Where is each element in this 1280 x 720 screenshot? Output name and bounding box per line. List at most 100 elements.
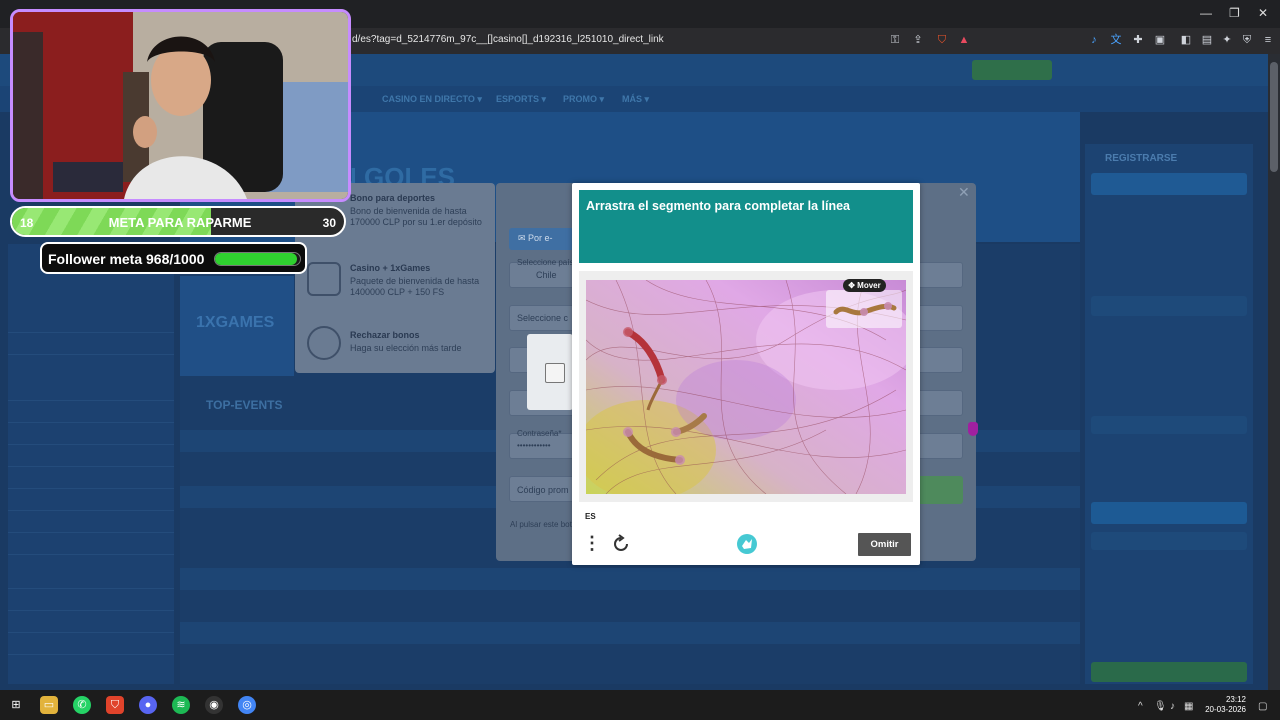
maximize-button[interactable]: ❐ xyxy=(1229,6,1240,20)
leo-icon[interactable]: ✦ xyxy=(1220,33,1234,47)
url-text[interactable]: d/es?tag=d_5214776m_97c__[]casino[]_d192… xyxy=(352,34,664,45)
menu-icon[interactable]: ≡ xyxy=(1261,33,1275,47)
start-icon[interactable]: ⊞ xyxy=(7,696,25,714)
chrome-icon[interactable]: ◎ xyxy=(238,696,256,714)
divider xyxy=(8,654,174,655)
currency-label: Seleccione c xyxy=(517,313,569,323)
follower-goal-widget: Follower meta 968/1000 xyxy=(40,242,307,274)
obs-icon[interactable]: ◉ xyxy=(205,696,223,714)
right-block xyxy=(1091,532,1247,550)
meta-end-value: 30 xyxy=(322,216,336,230)
close-window-button[interactable]: ✕ xyxy=(1258,6,1268,20)
country-value: Chile xyxy=(536,270,557,280)
extensions-icon[interactable]: ✚ xyxy=(1131,33,1145,47)
country-label: Seleccione país xyxy=(517,258,574,267)
modal-close-icon[interactable]: ✕ xyxy=(958,184,970,201)
event-row xyxy=(180,622,1080,644)
sports-sidebar xyxy=(8,244,174,684)
minimize-button[interactable]: — xyxy=(1200,6,1212,20)
register-email-tab-label: ✉ Por e- xyxy=(518,233,553,243)
brave-browser-icon[interactable]: ⛉ xyxy=(106,696,124,714)
bonus-casino-desc: Paquete de bienvenida de hasta 1400000 C… xyxy=(350,276,480,297)
webcam-image xyxy=(13,12,348,199)
divider xyxy=(8,510,174,511)
tray-expand-icon[interactable]: ^ xyxy=(1138,701,1143,712)
file-explorer-icon[interactable]: ▭ xyxy=(40,696,58,714)
divider xyxy=(8,610,174,611)
divider xyxy=(8,632,174,633)
wallet-icon[interactable]: ▤ xyxy=(1200,33,1214,47)
nav-promo[interactable]: PROMO ▾ xyxy=(563,94,604,105)
draggable-segment[interactable] xyxy=(826,290,902,328)
bonus-reject-title[interactable]: Rechazar bonos xyxy=(350,330,420,340)
move-badge: ✥ Mover xyxy=(843,279,886,292)
brave-rewards-icon[interactable]: ▲ xyxy=(957,33,971,47)
divider xyxy=(8,332,174,333)
webcam-overlay xyxy=(10,9,351,202)
reject-bonus-icon xyxy=(307,326,341,360)
messenger-icon[interactable]: ● xyxy=(139,696,157,714)
divider xyxy=(8,400,174,401)
games-banner-title: 1XGAMES xyxy=(196,314,275,331)
divider xyxy=(8,422,174,423)
bonus-reject-desc: Haga su elección más tarde xyxy=(350,343,462,353)
vpn-icon[interactable]: ⛨ xyxy=(1240,33,1254,47)
promo-code-placeholder: Código prom xyxy=(517,485,569,495)
divider xyxy=(8,532,174,533)
clock-date: 20-03-2026 xyxy=(1205,705,1246,714)
bonus-sports-desc: Bono de bienvenida de hasta 170000 CLP p… xyxy=(350,206,482,227)
spotify-icon[interactable]: ≋ xyxy=(172,696,190,714)
network-icon[interactable]: ▦ xyxy=(1184,701,1193,712)
scrollbar-thumb[interactable] xyxy=(1270,62,1278,172)
nav-esports[interactable]: ESPORTS ▾ xyxy=(496,94,546,105)
follower-progress-track xyxy=(214,252,301,266)
audio-icon[interactable]: ♪ xyxy=(1087,33,1101,47)
right-block xyxy=(1091,502,1247,524)
taskbar-clock[interactable]: 23:12 20-03-2026 xyxy=(1198,695,1246,715)
refresh-icon[interactable] xyxy=(610,533,632,555)
share-icon[interactable]: ⇪ xyxy=(911,33,925,47)
register-title: REGISTRARSE xyxy=(1105,153,1178,164)
microphone-icon[interactable]: 🎙 xyxy=(1154,701,1167,712)
sidebar-icon[interactable]: ◧ xyxy=(1179,33,1193,47)
notifications-icon[interactable]: ▢ xyxy=(1258,701,1267,712)
language-selector[interactable]: ES xyxy=(585,512,596,521)
bonus-sports-title[interactable]: Bono para deportes xyxy=(350,193,435,203)
windows-taskbar xyxy=(0,690,1280,720)
translate-icon[interactable]: 文 xyxy=(1109,33,1123,47)
more-options-icon[interactable]: ⋮ xyxy=(583,533,601,555)
nav-more[interactable]: MÁS ▾ xyxy=(622,94,649,105)
password-value: •••••••••••• xyxy=(517,441,551,450)
right-block xyxy=(1091,662,1247,682)
hcaptcha-logo-icon xyxy=(736,533,758,555)
divider xyxy=(8,488,174,489)
nav-live-casino[interactable]: CASINO EN DIRECTO ▾ xyxy=(382,94,482,105)
clock-time: 23:12 xyxy=(1225,695,1246,704)
captcha-prompt: Arrastra el segmento para completar la l… xyxy=(586,199,850,213)
skip-button[interactable]: Omitir xyxy=(858,533,911,556)
top-events-title: TOP-EVENTS xyxy=(206,398,283,412)
terms-text: Al pulsar este bot xyxy=(510,520,572,529)
right-sidebar xyxy=(1085,144,1253,684)
follower-progress-fill xyxy=(215,253,298,265)
divider xyxy=(8,354,174,355)
mouse-cursor-icon xyxy=(968,422,978,436)
meta-progress-bar: 18 META PARA RAPARME 30 xyxy=(10,206,346,237)
event-row xyxy=(180,568,1080,590)
follower-goal-text: Follower meta 968/1000 xyxy=(48,251,205,267)
divider xyxy=(8,466,174,467)
casino-bonus-icon xyxy=(307,262,341,296)
whatsapp-icon[interactable]: ✆ xyxy=(73,696,91,714)
tab-icon[interactable]: ▣ xyxy=(1153,33,1167,47)
segment-piece xyxy=(833,302,897,316)
right-block xyxy=(1091,296,1247,316)
speaker-icon[interactable]: ♪ xyxy=(1170,701,1175,712)
meta-label: META PARA RAPARME xyxy=(108,215,252,230)
brave-shield-icon[interactable]: ⛉ xyxy=(935,33,949,47)
key-icon[interactable]: ⚿ xyxy=(888,33,902,47)
right-register-option[interactable] xyxy=(1091,173,1247,195)
bonus-casino-title[interactable]: Casino + 1xGames xyxy=(350,263,430,273)
captcha-checkbox[interactable] xyxy=(545,363,565,383)
divider xyxy=(8,444,174,445)
header-register-button[interactable] xyxy=(972,60,1052,80)
